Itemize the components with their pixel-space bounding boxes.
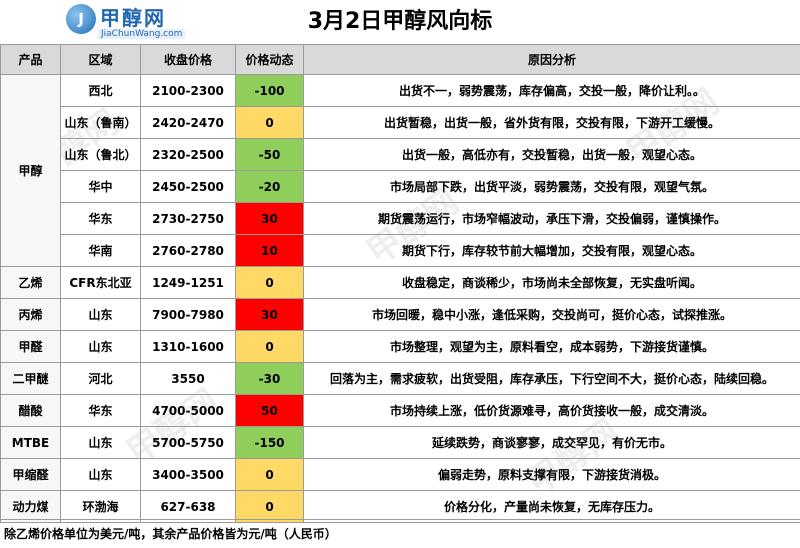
price-cell: 2100-2300 xyxy=(141,75,236,107)
logo-url: JiaChunWang.com xyxy=(98,29,185,39)
table-row: 华南 2760-2780 10 期货下行，库存较节前大幅增加，交投有限，观望心态… xyxy=(1,235,800,267)
page: 甲醇网 甲醇网 甲醇网 甲醇网 甲醇网 3月2日甲醇风向标 J 甲醇网 JiaC… xyxy=(0,0,800,547)
product-cell: 甲醛 xyxy=(1,331,61,363)
change-cell: 0 xyxy=(236,107,304,139)
table-row: 动力煤 环渤海 627-638 0 价格分化，产量尚未恢复，无库存压力。 xyxy=(1,491,800,523)
price-cell: 7900-7980 xyxy=(141,299,236,331)
product-cell: 乙烯 xyxy=(1,267,61,299)
product-cell: 丙烯 xyxy=(1,299,61,331)
table-row: 甲醇 西北 2100-2300 -100 出货不一，弱势震荡，库存偏高，交投一般… xyxy=(1,75,800,107)
reason-cell: 回落为主，需求疲软，出货受阻，库存承压，下行空间不大，挺价心态，陆续回稳。 xyxy=(304,363,800,395)
reason-cell: 出货暂稳，出货一般，省外货有限，交投有限，下游开工缓慢。 xyxy=(304,107,800,139)
price-cell: 3550 xyxy=(141,363,236,395)
table-row: MTBE 山东 5700-5750 -150 延续跌势，商谈寥寥，成交罕见，有价… xyxy=(1,427,800,459)
site-logo[interactable]: J 甲醇网 JiaChunWang.com xyxy=(66,2,186,42)
change-cell: 0 xyxy=(236,459,304,491)
table-row: 乙烯 CFR东北亚 1249-1251 0 收盘稳定，商谈稀少，市场尚未全部恢复… xyxy=(1,267,800,299)
column-header-product: 产品 xyxy=(1,45,61,75)
reason-cell: 期货震荡运行，市场窄幅波动，承压下滑，交投偏弱，谨慎操作。 xyxy=(304,203,800,235)
region-cell: 河北 xyxy=(61,363,141,395)
table-row: 山东（鲁南） 2420-2470 0 出货暂稳，出货一般，省外货有限，交投有限，… xyxy=(1,107,800,139)
product-cell: 醋酸 xyxy=(1,395,61,427)
table-row: 丙烯 山东 7900-7980 30 市场回暖，稳中小涨，逢低采购，交投尚可，挺… xyxy=(1,299,800,331)
change-cell: 50 xyxy=(236,395,304,427)
product-cell: 二甲醚 xyxy=(1,363,61,395)
title-bar: 3月2日甲醇风向标 J 甲醇网 JiaChunWang.com xyxy=(0,0,800,45)
price-cell: 2450-2500 xyxy=(141,171,236,203)
reason-cell: 出货一般，高低亦有，交投暂稳，出货一般，观望心态。 xyxy=(304,139,800,171)
price-table: 产品 区域 收盘价格 价格动态 原因分析 甲醇 西北 2100-2300 -10… xyxy=(0,44,800,523)
change-cell: 10 xyxy=(236,235,304,267)
price-cell: 2320-2500 xyxy=(141,139,236,171)
price-cell: 2730-2750 xyxy=(141,203,236,235)
reason-cell: 出货不一，弱势震荡，库存偏高，交投一般，降价让利。。 xyxy=(304,75,800,107)
column-header-region: 区域 xyxy=(61,45,141,75)
region-cell: 西北 xyxy=(61,75,141,107)
region-cell: 山东 xyxy=(61,331,141,363)
table-row: 华东 2730-2750 30 期货震荡运行，市场窄幅波动，承压下滑，交投偏弱，… xyxy=(1,203,800,235)
region-cell: 环渤海 xyxy=(61,491,141,523)
reason-cell: 偏弱走势，原料支撑有限，下游接货消极。 xyxy=(304,459,800,491)
table-row: 甲醛 山东 1310-1600 0 市场整理，观望为主，原料看空，成本弱势，下游… xyxy=(1,331,800,363)
region-cell: 山东（鲁南） xyxy=(61,107,141,139)
reason-cell: 收盘稳定，商谈稀少，市场尚未全部恢复，无实盘听闻。 xyxy=(304,267,800,299)
column-header-change: 价格动态 xyxy=(236,45,304,75)
price-cell: 2760-2780 xyxy=(141,235,236,267)
region-cell: 山东 xyxy=(61,459,141,491)
product-cell: MTBE xyxy=(1,427,61,459)
reason-cell: 延续跌势，商谈寥寥，成交罕见，有价无市。 xyxy=(304,427,800,459)
region-cell: 华中 xyxy=(61,171,141,203)
region-cell: CFR东北亚 xyxy=(61,267,141,299)
price-cell: 2420-2470 xyxy=(141,107,236,139)
reason-cell: 价格分化，产量尚未恢复，无库存压力。 xyxy=(304,491,800,523)
product-cell: 甲醇 xyxy=(1,75,61,267)
logo-icon: J xyxy=(66,4,96,34)
region-cell: 华东 xyxy=(61,203,141,235)
change-cell: -20 xyxy=(236,171,304,203)
change-cell: -100 xyxy=(236,75,304,107)
change-cell: -150 xyxy=(236,427,304,459)
table-row: 华中 2450-2500 -20 市场局部下跌，出货平淡，弱势震荡，交投有限，观… xyxy=(1,171,800,203)
price-cell: 3400-3500 xyxy=(141,459,236,491)
column-header-price: 收盘价格 xyxy=(141,45,236,75)
table-row: 山东（鲁北） 2320-2500 -50 出货一般，高低亦有，交投暂稳，出货一般… xyxy=(1,139,800,171)
change-cell: -30 xyxy=(236,363,304,395)
price-cell: 1249-1251 xyxy=(141,267,236,299)
change-cell: 30 xyxy=(236,299,304,331)
table-row: 醋酸 华东 4700-5000 50 市场持续上涨，低价货源难寻，高价货接收一般… xyxy=(1,395,800,427)
column-header-reason: 原因分析 xyxy=(304,45,800,75)
price-cell: 627-638 xyxy=(141,491,236,523)
region-cell: 华东 xyxy=(61,395,141,427)
change-cell: 30 xyxy=(236,203,304,235)
footnote: 除乙烯价格单位为美元/吨，其余产品价格皆为元/吨（人民币） xyxy=(0,519,800,547)
reason-cell: 市场整理，观望为主，原料看空，成本弱势，下游接货谨慎。 xyxy=(304,331,800,363)
product-cell: 动力煤 xyxy=(1,491,61,523)
change-cell: 0 xyxy=(236,267,304,299)
price-cell: 1310-1600 xyxy=(141,331,236,363)
reason-cell: 市场局部下跌，出货平淡，弱势震荡，交投有限，观望气氛。 xyxy=(304,171,800,203)
change-cell: -50 xyxy=(236,139,304,171)
region-cell: 山东 xyxy=(61,427,141,459)
table-row: 二甲醚 河北 3550 -30 回落为主，需求疲软，出货受阻，库存承压，下行空间… xyxy=(1,363,800,395)
reason-cell: 市场回暖，稳中小涨，逢低采购，交投尚可，挺价心态，试探推涨。 xyxy=(304,299,800,331)
logo-name: 甲醇网 xyxy=(100,2,166,31)
region-cell: 山东 xyxy=(61,299,141,331)
change-cell: 0 xyxy=(236,491,304,523)
product-cell: 甲缩醛 xyxy=(1,459,61,491)
region-cell: 山东（鲁北） xyxy=(61,139,141,171)
price-cell: 5700-5750 xyxy=(141,427,236,459)
table-row: 甲缩醛 山东 3400-3500 0 偏弱走势，原料支撑有限，下游接货消极。 xyxy=(1,459,800,491)
price-cell: 4700-5000 xyxy=(141,395,236,427)
reason-cell: 期货下行，库存较节前大幅增加，交投有限，观望心态。 xyxy=(304,235,800,267)
region-cell: 华南 xyxy=(61,235,141,267)
reason-cell: 市场持续上涨，低价货源难寻，高价货接收一般，成交清淡。 xyxy=(304,395,800,427)
change-cell: 0 xyxy=(236,331,304,363)
table-header-row: 产品 区域 收盘价格 价格动态 原因分析 xyxy=(1,45,800,75)
